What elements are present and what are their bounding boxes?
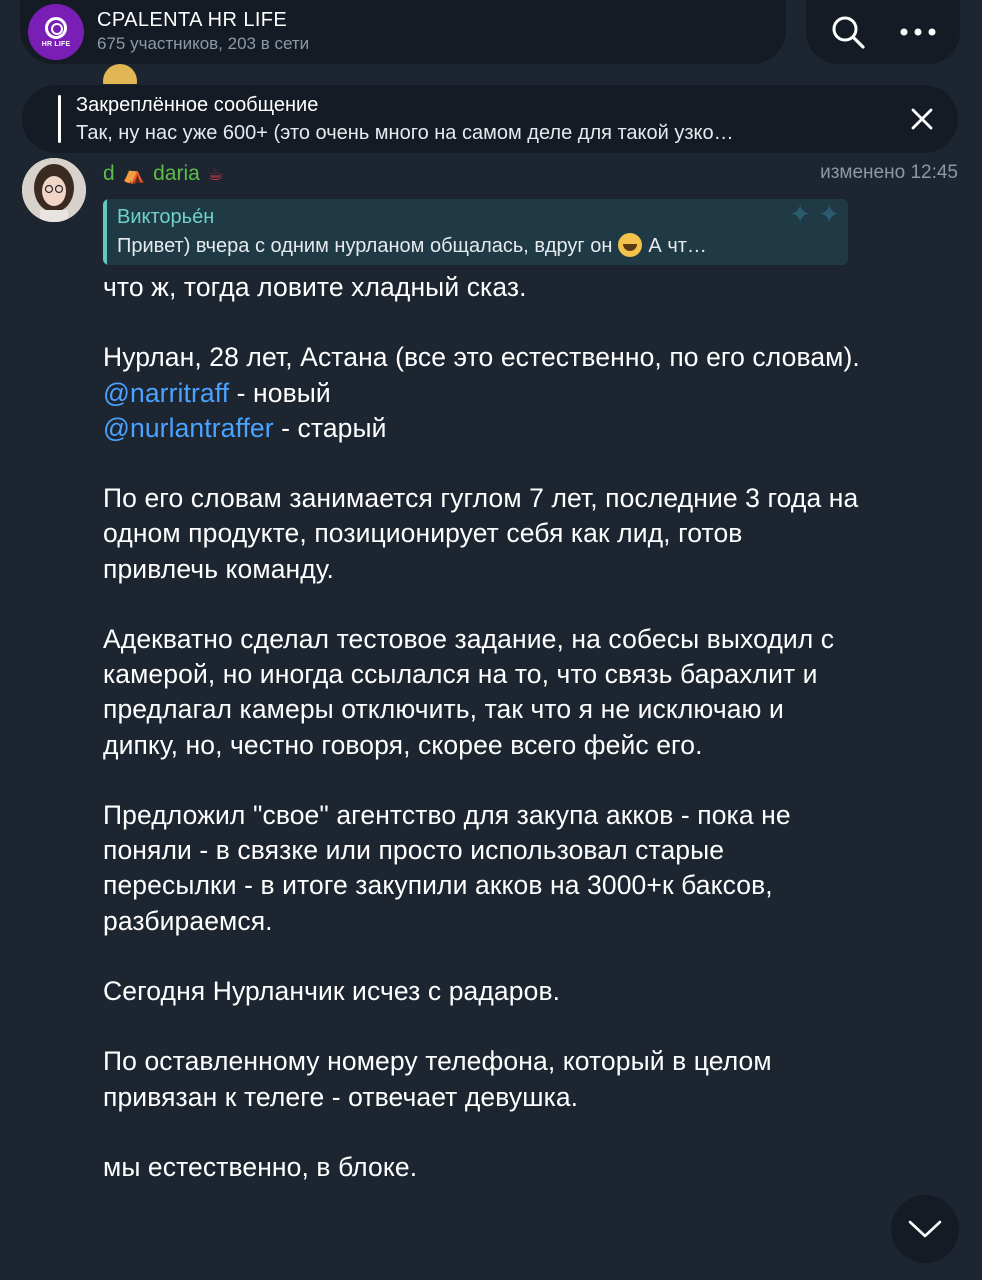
message-paragraph: Нурлан, 28 лет, Астана (все это естестве… — [103, 340, 863, 375]
tent-emoji-icon: ⛺ — [122, 164, 146, 184]
reply-text: Привет) вчера с одним нурланом общалась,… — [117, 233, 837, 258]
message-paragraph: По его словам занимается гуглом 7 лет, п… — [103, 483, 859, 584]
reply-author: Викторье́н — [117, 206, 215, 228]
sender-name[interactable]: d ⛺ daria ☕ — [103, 160, 224, 188]
edited-timestamp: изменено 12:45 — [820, 162, 958, 183]
mention-suffix: - старый — [273, 412, 387, 443]
peek-emoji-icon — [103, 64, 137, 84]
sender-name-text: daria — [153, 162, 200, 185]
close-icon — [911, 108, 933, 130]
reply-text-before: Привет) вчера с одним нурланом общалась,… — [117, 235, 613, 257]
scroll-down-button[interactable] — [891, 1195, 959, 1263]
group-avatar[interactable]: HR LIFE — [28, 4, 84, 60]
grin-emoji-icon — [618, 233, 643, 257]
message-paragraph: мы естественно, в блоке. — [103, 1151, 418, 1182]
message-text: Нурлан, 28 лет, Астана (все это естестве… — [103, 342, 860, 373]
search-icon — [832, 16, 865, 49]
avatar-text: HR LIFE — [41, 40, 71, 48]
reply-quote[interactable]: ✦ ✦ Викторье́н Привет) вчера с одним нур… — [103, 199, 848, 265]
group-name: CPALENTA HR LIFE — [97, 9, 288, 31]
chat-header[interactable]: HR LIFE CPALENTA HR LIFE 675 участников,… — [20, 0, 786, 64]
message-paragraph: Предложил "свое" агентство для закупа ак… — [103, 799, 791, 936]
reply-accent — [103, 199, 107, 265]
mention-line: @nurlantraffer - старый — [103, 411, 863, 446]
mention-suffix: - новый — [229, 377, 331, 408]
header-actions — [806, 0, 960, 64]
message-paragraph: Сегодня Нурланчик исчез с радаров. — [103, 975, 561, 1006]
user-photo-icon — [22, 158, 86, 222]
target-logo-icon — [45, 16, 67, 39]
pinned-close-button[interactable] — [904, 101, 940, 137]
mention-line: @narritraff - новый — [103, 376, 863, 411]
pinned-message[interactable]: Закреплённое сообщение Так, ну нас уже 6… — [22, 85, 958, 153]
mug-emoji-icon: ☕ — [207, 164, 224, 184]
message-paragraph: что ж, тогда ловите хладный сказ. — [103, 272, 527, 302]
message-body: что ж, тогда ловите хладный сказ. Нурлан… — [103, 270, 863, 1220]
pinned-title: Закреплённое сообщение — [76, 94, 319, 116]
more-dots-icon — [900, 28, 936, 36]
sender-prefix: d — [103, 162, 115, 185]
more-button[interactable] — [898, 12, 938, 52]
mention-link[interactable]: @narritraff — [103, 378, 229, 408]
group-subtitle: 675 участников, 203 в сети — [97, 34, 310, 53]
message-paragraph: По оставленному номеру телефона, который… — [103, 1046, 772, 1112]
mention-link[interactable]: @nurlantraffer — [103, 413, 274, 443]
reply-text-after: А чт… — [648, 235, 707, 257]
header-titles: CPALENTA HR LIFE 675 участников, 203 в с… — [97, 8, 309, 56]
message-paragraph: Адекватно сделал тестовое задание, на со… — [103, 623, 835, 760]
search-button[interactable] — [828, 12, 868, 52]
pinned-text: Так, ну нас уже 600+ (это очень много на… — [76, 122, 734, 144]
sender-avatar[interactable] — [22, 158, 86, 222]
reply-decoration-icon: ✦ ✦ — [789, 199, 840, 229]
pinned-indicator — [58, 95, 61, 143]
chevron-down-icon — [908, 1220, 942, 1238]
chat-screen: ✦ ✦ · HR LIFE CPALENTA HR LIFE 675 участ… — [0, 0, 982, 1280]
